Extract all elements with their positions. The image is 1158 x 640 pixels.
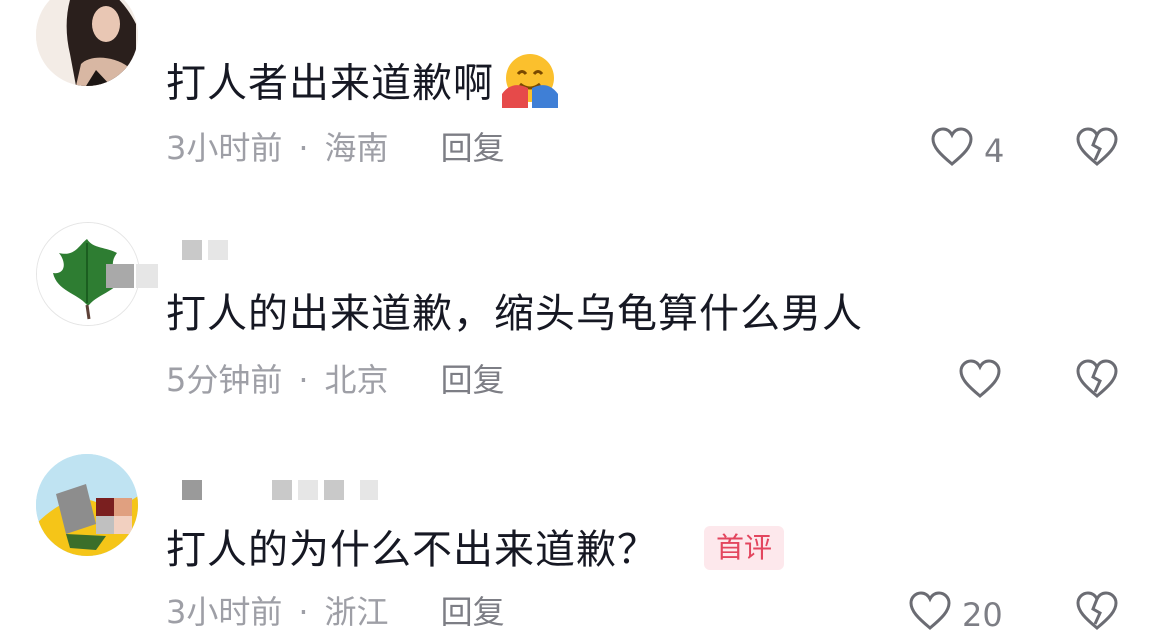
comment-meta: 3小时前 · 浙江 回复 (166, 592, 505, 632)
avatar[interactable] (36, 454, 138, 556)
comment-time: 3小时前 (166, 593, 283, 631)
reply-button[interactable]: 回复 (441, 592, 505, 632)
comment-text: 打人者出来道歉啊 (166, 50, 562, 121)
like-count: 4 (984, 132, 1005, 170)
broken-heart-icon (1074, 359, 1120, 404)
heart-outline-icon (930, 126, 974, 176)
comment-text: 打人的为什么不出来道歉？ (166, 527, 658, 573)
separator-dot: · (298, 361, 309, 399)
separator-dot: · (298, 593, 309, 631)
like-count: 20 (962, 596, 1003, 634)
comment-location: 北京 (324, 361, 389, 399)
dislike-button[interactable] (1074, 126, 1120, 172)
dislike-button[interactable] (1074, 590, 1120, 636)
comment-meta: 3小时前 · 海南 回复 (166, 128, 505, 168)
comment-time: 5分钟前 (166, 361, 283, 399)
heart-outline-icon (958, 358, 1002, 408)
reply-button[interactable]: 回复 (441, 360, 505, 400)
comment-item: 打人的出来道歉，缩头乌龟算什么男人 5分钟前 · 北京 回复 (0, 210, 1158, 440)
reply-button[interactable]: 回复 (441, 128, 505, 168)
like-button[interactable] (958, 358, 1012, 408)
comment-time: 3小时前 (166, 129, 283, 167)
dislike-button[interactable] (1074, 358, 1120, 404)
avatar[interactable] (36, 0, 138, 86)
heart-outline-icon (908, 590, 952, 640)
comment-location: 海南 (324, 129, 389, 167)
username-pixelated (182, 240, 228, 260)
avatar-pixelated-overlay (106, 264, 158, 288)
separator-dot: · (298, 129, 309, 167)
comment-item: 打人者出来道歉啊 3小时前 · 海南 回复 4 (0, 0, 1158, 210)
comment-location: 浙江 (324, 593, 389, 631)
like-button[interactable]: 4 (930, 126, 1004, 176)
like-button[interactable]: 20 (908, 590, 1003, 640)
first-comment-badge: 首评 (704, 526, 785, 570)
username-pixelated (182, 480, 378, 500)
comment-item: 打人的为什么不出来道歉？ 首评 3小时前 · 浙江 回复 20 (0, 440, 1158, 634)
broken-heart-icon (1074, 591, 1120, 636)
comment-text: 打人的出来道歉，缩头乌龟算什么男人 (166, 291, 863, 337)
hugging-face-emoji-icon (498, 50, 562, 121)
broken-heart-icon (1074, 127, 1120, 172)
comment-meta: 5分钟前 · 北京 回复 (166, 360, 505, 400)
